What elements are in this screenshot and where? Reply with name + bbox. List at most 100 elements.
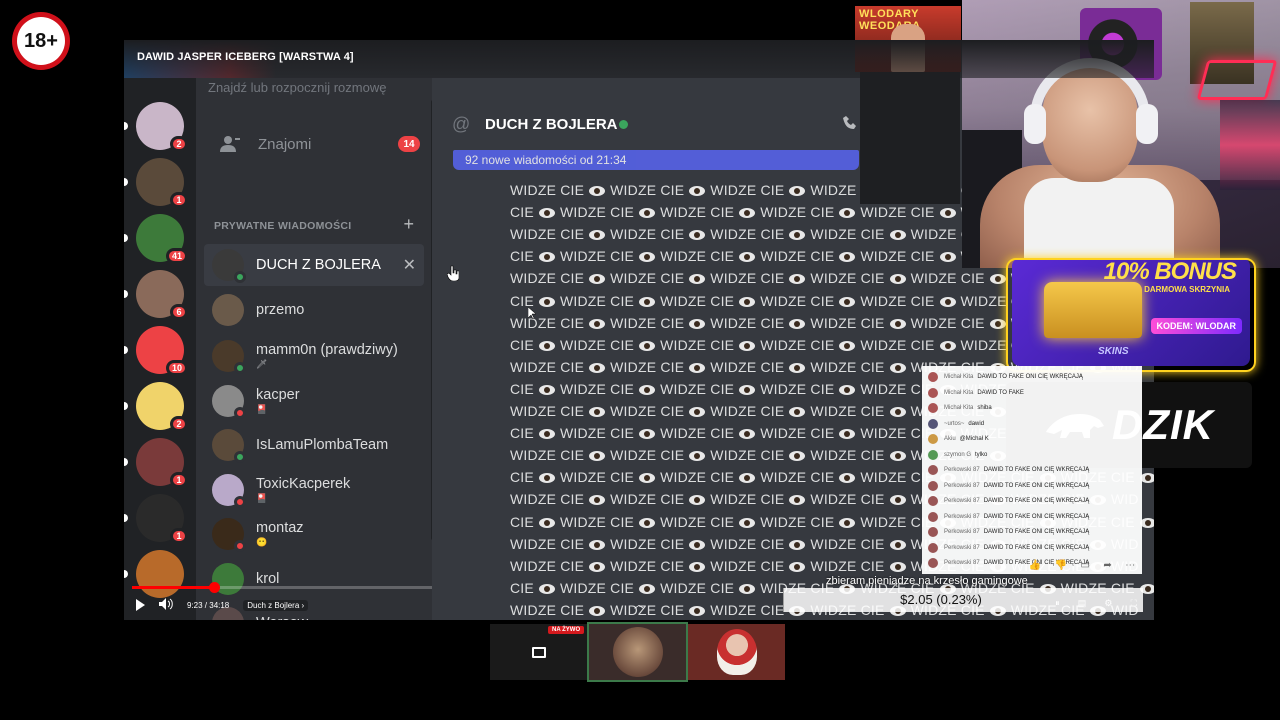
- eye-emoji-icon: [589, 451, 606, 462]
- chat-avatar: [928, 511, 938, 522]
- new-messages-bar[interactable]: 92 nowe wiadomości od 21:34: [453, 150, 859, 170]
- dm-avatar: [212, 340, 246, 374]
- dm-item[interactable]: IsLamuPlombaTeam: [204, 424, 424, 466]
- stream-chat-message: Akiu @Michał K: [928, 432, 989, 446]
- eye-emoji-icon: [538, 252, 555, 263]
- scene-thumbnails: NA ŻYWO: [490, 622, 790, 682]
- server-mention-badge: 2: [170, 136, 188, 152]
- server-mention-badge: 41: [165, 248, 188, 264]
- embedded-dark-panel: [860, 72, 960, 204]
- chevron-up-icon[interactable]: ︿: [634, 596, 644, 611]
- message-word: WIDZE CIE: [510, 314, 585, 331]
- play-icon[interactable]: [136, 599, 145, 611]
- server-mention-badge: 1: [170, 472, 188, 488]
- message-word: WIDZE CIE: [910, 270, 985, 287]
- message-word: WIDZE CIE: [710, 314, 785, 331]
- dm-item[interactable]: przemo: [204, 289, 424, 331]
- message-word: WIDZE CIE: [559, 380, 635, 397]
- message-fragment: CIE: [510, 204, 534, 221]
- voice-call-icon[interactable]: [842, 114, 860, 137]
- dm-name: ToxicKacperek: [256, 475, 351, 492]
- chat-avatar: [928, 496, 938, 506]
- chat-overlay-toolbar: 👍 👎 ▭ ➦ ⋯: [1022, 556, 1142, 574]
- eye-emoji-icon: [538, 429, 555, 440]
- friends-count-badge: 14: [398, 136, 420, 152]
- server-icon[interactable]: 1: [136, 158, 188, 208]
- face-thumbnail-image: [612, 627, 663, 677]
- eye-emoji-icon: [789, 407, 806, 417]
- video-chapter[interactable]: Duch z Bojlera ›: [243, 599, 309, 611]
- server-icon[interactable]: 6: [136, 270, 188, 320]
- thumbnail-christmas[interactable]: [688, 624, 785, 680]
- server-icon[interactable]: [136, 550, 184, 598]
- video-title-bar: DAWID JASPER ICEBERG [WARSTWA 4]: [124, 40, 1154, 78]
- monitor-icon: [531, 646, 546, 658]
- dm-item[interactable]: DUCH Z BOJLERA ✕: [204, 244, 424, 286]
- share-icon[interactable]: ➦: [1103, 560, 1111, 571]
- eye-emoji-icon: [538, 384, 555, 395]
- new-dm-plus-icon[interactable]: +: [403, 214, 414, 235]
- like-icon[interactable]: 👍: [1029, 560, 1041, 571]
- eye-emoji-icon: [538, 296, 555, 307]
- eye-emoji-icon: [639, 340, 656, 351]
- dm-avatar: [212, 518, 246, 552]
- message-word: WIDZE CIE: [610, 447, 685, 464]
- fullscreen-icon[interactable]: ⛶: [1131, 598, 1137, 612]
- more-icon[interactable]: ⋯: [1125, 560, 1135, 571]
- message-word: WIDZE CIE: [610, 535, 685, 552]
- message-word: WIDZE CIE: [710, 535, 785, 552]
- at-icon: @: [452, 114, 471, 134]
- dm-item[interactable]: mamm0n (prawdziwy) 🗡: [204, 335, 424, 377]
- eye-emoji-icon: [689, 495, 706, 506]
- eye-emoji-icon: [939, 296, 956, 307]
- dm-item[interactable]: ToxicKacperek 🎴: [204, 469, 424, 511]
- message-word: WIDZE CIE: [660, 248, 735, 265]
- player-extra-controls: ⏸ ▤ ⚙ ⛶: [1046, 598, 1146, 612]
- dm-text: mamm0n (prawdziwy) 🗡: [256, 342, 398, 370]
- dm-item[interactable]: kacper 🎴: [204, 380, 424, 422]
- server-icon[interactable]: 41: [136, 214, 188, 264]
- message-word: WIDZE CIE: [510, 403, 585, 419]
- headphone-right-cup: [1136, 104, 1158, 144]
- christmas-thumbnail-image: [716, 629, 757, 675]
- age-rating-badge: 18+: [12, 12, 70, 70]
- message-word: WIDZE CIE: [660, 469, 735, 486]
- chat-avatar: [928, 527, 938, 537]
- server-icon[interactable]: 1: [136, 494, 188, 544]
- server-icon[interactable]: 10: [136, 326, 188, 376]
- server-icon[interactable]: 2: [136, 382, 188, 432]
- close-icon[interactable]: ✕: [403, 255, 416, 275]
- dm-search-input[interactable]: Znajdź lub rozpocznij rozmowę: [208, 80, 420, 95]
- message-word: WIDZE CIE: [559, 579, 635, 596]
- eye-emoji-icon: [839, 384, 856, 395]
- settings-gear-icon[interactable]: ⚙: [1104, 598, 1112, 612]
- thumbnail-face[interactable]: [587, 622, 688, 682]
- eye-emoji-icon: [839, 208, 856, 219]
- server-icon[interactable]: 1: [136, 438, 188, 488]
- friends-button[interactable]: Znajomi 14: [204, 124, 424, 164]
- comment-icon[interactable]: ▭: [1081, 560, 1090, 571]
- volume-icon[interactable]: [159, 597, 173, 613]
- dm-item[interactable]: montaz 😶: [204, 513, 424, 555]
- message-word: WIDZE CIE: [660, 513, 735, 530]
- chat-message-text: DAWID TO FAKE ONI CIĘ WKRĘCAJĄ: [983, 467, 1090, 473]
- eye-emoji-icon: [839, 429, 856, 440]
- eye-emoji-icon: [789, 451, 806, 462]
- stream-chat-message: Perkowski 87 DAWID TO FAKE ONI CIĘ WKRĘCA…: [928, 463, 1089, 477]
- eye-emoji-icon: [689, 451, 706, 462]
- chat-avatar: [928, 403, 938, 413]
- video-progress-bar[interactable]: [132, 582, 432, 593]
- live-badge: NA ŻYWO: [548, 626, 585, 634]
- server-icon[interactable]: 2: [136, 102, 188, 152]
- thumbnail-live-screen[interactable]: NA ŻYWO: [490, 624, 587, 680]
- subtitles-icon[interactable]: ▤: [1078, 598, 1087, 612]
- message-word: WIDZE CIE: [860, 248, 935, 265]
- dislike-icon[interactable]: 👎: [1055, 560, 1067, 571]
- dm-custom-status: 🎴: [256, 403, 268, 414]
- eye-emoji-icon: [538, 340, 555, 351]
- eye-emoji-icon: [739, 340, 756, 351]
- message-word: WIDZE CIE: [559, 292, 635, 309]
- message-word: WIDZE CIE: [760, 513, 835, 530]
- pause-icon[interactable]: ⏸: [1055, 598, 1060, 612]
- message-word: WIDZE CIE: [510, 182, 585, 198]
